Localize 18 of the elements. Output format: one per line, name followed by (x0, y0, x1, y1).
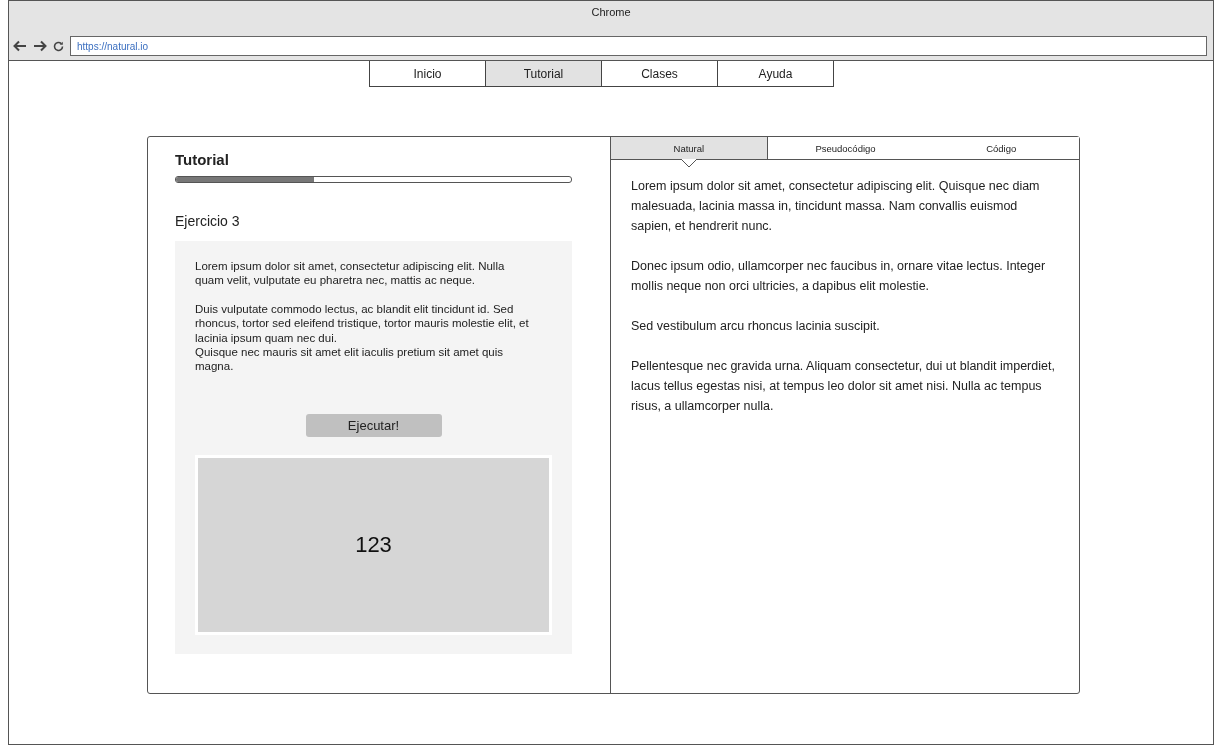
back-icon[interactable] (13, 40, 27, 52)
reload-icon[interactable] (53, 40, 64, 52)
explanation-text: Pellentesque nec gravida urna. Aliquam consectetur, dui ut blandit imperdiet, lacus tellus egestas nisi, at tempus leo dolor sit amet nisi. Nulla ac tempus risus, a ullamcorper nulla. (631, 358, 1056, 415)
explanation-text: Lorem ipsum dolor sit amet, consectetur adipiscing elit. Quisque nec diam malesuada, lacinia massa in, tincidunt massa. Nam convallis euismod sapien, et hendrerit nunc. (631, 178, 1041, 235)
explanation-text: Donec ipsum odio, ullamcorper nec faucibus in, ornare vitae lectus. Integer mollis neque non orci ultricies, a dapibus elit molestie. (631, 258, 1047, 295)
output-value: 123 (355, 531, 392, 558)
explanation-text: Sed vestibulum arcu rhoncus lacinia suscipit. (631, 318, 881, 335)
exercise-text: Lorem ipsum dolor sit amet, consectetur adipiscing elit. Nulla quam velit, vulputate eu pharetra nec, mattis ac neque. (195, 259, 506, 288)
nav-tab[interactable]: Tutorial (485, 61, 602, 87)
nav-tab[interactable]: Inicio (369, 61, 486, 87)
window-title: Chrome (591, 6, 631, 20)
tutorial-title: Tutorial (175, 151, 230, 168)
address-field[interactable]: https://natural.io (70, 36, 1207, 56)
run-button[interactable]: Ejecutar! (305, 413, 442, 437)
exercise-text: Duis vulputate commodo lectus, ac blandit elit tincidunt id. Sed rhoncus, tortor sed eleifend tristique, tortor mauris molestie elit, et lacinia ipsum quam nec dui. Quisque nec mauris sit amet elit iaculis pretium sit amet quis magna. (195, 301, 530, 374)
exercise-title: Ejercicio 3 (175, 213, 241, 229)
forward-icon[interactable] (33, 40, 47, 52)
nav-tab[interactable]: Ayuda (717, 61, 834, 87)
